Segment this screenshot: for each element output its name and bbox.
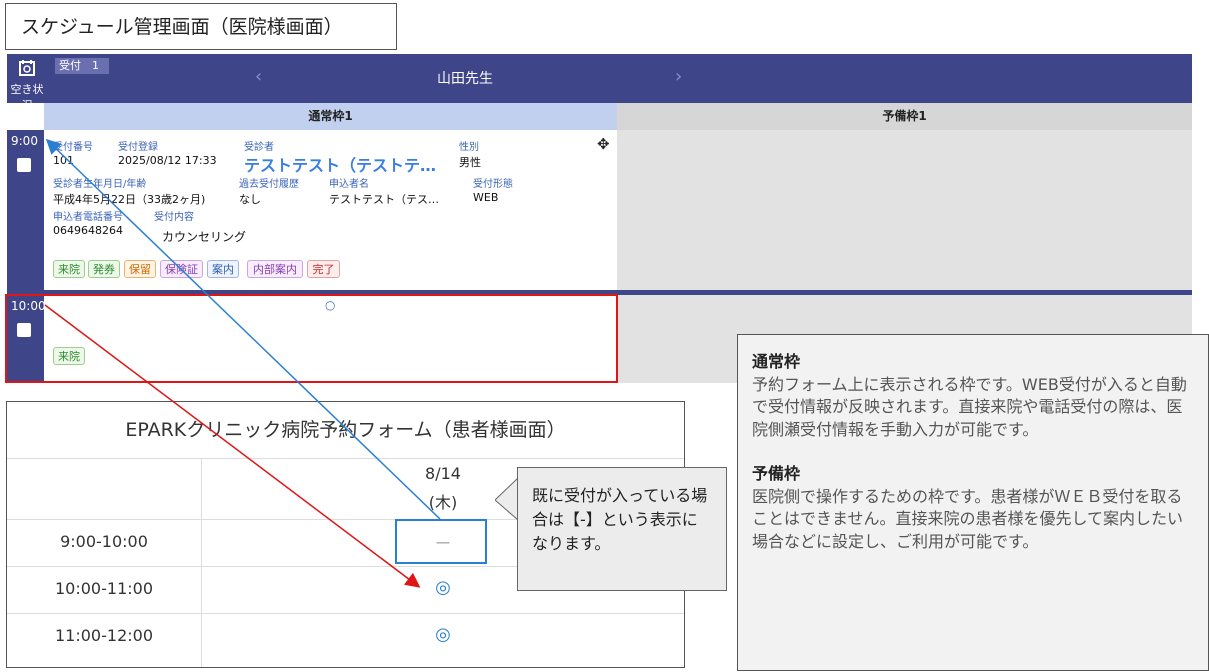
reserve-slot-heading: 予備枠 [752,464,801,483]
available-status-button[interactable]: ◎ [202,624,684,645]
page-title: スケジュール管理画面（医院様画面） [5,3,397,50]
vacancy-button[interactable]: 空き状況 [7,54,47,112]
label-gender: 性別 [459,142,479,153]
value-phone: 0649648264 [53,224,123,237]
callout-pointer [495,478,519,522]
row-divider [7,613,684,614]
callout-note: 既に受付が入っている場合は【-】という表示になります。 [517,467,727,591]
value-birth: 平成4年5月22日（33歳2ヶ月) [53,193,206,206]
label-phone: 申込者電話番号 [53,212,123,223]
schedule-header: 空き状況 受付 1 ‹ 山田先生 › [7,54,1192,112]
reserve-slot-description: 医院側で操作するための枠です。患者様がＷＥＢ受付を取ることはできません。直接来院… [752,486,1184,551]
column-regular: 通常枠1 [44,103,617,130]
label-registered: 受付登録 [118,142,158,153]
info-panel: 通常枠 予約フォーム上に表示される枠です。WEB受付が入ると自動で受付情報が反映… [737,334,1209,671]
hold-button[interactable]: 保留 [124,260,156,278]
label-number: 受付番号 [53,142,93,153]
regular-slot-description: 予約フォーム上に表示される枠です。WEB受付が入ると自動で受付情報が反映されます… [752,374,1187,439]
insurance-card-button[interactable]: 保険証 [160,260,203,278]
guide-button[interactable]: 案内 [207,260,239,278]
value-registered: 2025/08/12 17:33 [118,154,217,167]
form-time-row: 11:00-12:00 [55,626,153,645]
time-cell-9: 9:00 [7,130,44,290]
form-time-row: 9:00-10:00 [60,532,148,551]
highlight-box-red [5,294,618,383]
internal-guide-button[interactable]: 内部案内 [247,260,303,278]
form-title: EPARKクリニック病院予約フォーム（患者様画面） [7,402,684,459]
time-label: 9:00 [11,134,38,148]
ticket-button[interactable]: 発券 [88,260,120,278]
value-history: なし [239,193,261,206]
label-history: 過去受付履歴 [239,179,299,190]
value-gender: 男性 [459,156,481,169]
label-form: 受付形態 [473,179,513,190]
move-icon[interactable]: ✥ [597,135,610,153]
reservation-card[interactable]: 受付番号 受付登録 受診者 性別 101 2025/08/12 17:33 テス… [44,130,617,290]
highlight-box-blue [395,519,487,564]
value-content: カウンセリング [162,230,247,244]
value-form: WEB [473,191,499,204]
complete-button[interactable]: 完了 [307,260,340,278]
search-calendar-icon [7,59,47,81]
value-applicant: テストテスト（テス… [329,193,439,206]
value-number: 101 [53,154,74,167]
prev-doctor-button[interactable]: ‹ [255,66,262,87]
doctor-name: 山田先生 [437,71,493,87]
next-doctor-button[interactable]: › [675,66,682,87]
label-applicant: 申込者名 [329,179,369,190]
arrival-button[interactable]: 来院 [53,260,85,278]
form-time-row: 10:00-11:00 [55,579,153,598]
label-patient: 受診者 [244,142,274,153]
reception-count-badge: 受付 1 [55,58,109,74]
slot-checkbox[interactable] [17,158,31,172]
patient-name-link[interactable]: テストテスト（テストテ… [244,152,436,176]
reserve-slot-9[interactable] [617,130,1192,290]
label-content: 受付内容 [154,212,194,223]
vacancy-label: 空き状況 [10,83,44,112]
column-reserve: 予備枠1 [617,103,1192,130]
regular-slot-heading: 通常枠 [752,352,801,371]
label-birth: 受診者生年月日/年齢 [53,179,147,190]
